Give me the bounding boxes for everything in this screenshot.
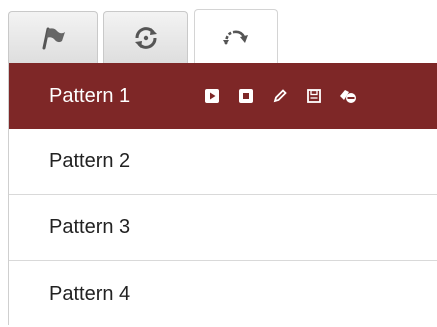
pattern-row-2[interactable]: Pattern 2 [9,129,437,195]
delete-button[interactable] [331,79,365,113]
edit-button[interactable] [263,79,297,113]
play-icon [205,89,219,103]
tab-bar [0,0,437,63]
pattern-row-1[interactable]: Pattern 1 [9,63,437,129]
edit-pencil-icon [273,89,287,103]
pattern-label: Pattern 3 [49,216,131,238]
tab-patrol[interactable] [103,11,188,63]
tab-pattern[interactable] [194,9,278,63]
pattern-row-4[interactable]: Pattern 4 [9,261,437,327]
pattern-list: Pattern 1 Pattern 2 Pattern 3 Pattern 4 [8,63,437,325]
pattern-label: Pattern 1 [49,84,131,107]
patrol-cycle-icon [133,26,159,50]
pattern-toolbar [195,63,365,129]
stop-icon [239,89,253,103]
pattern-label: Pattern 4 [49,282,131,305]
preset-flag-icon [38,26,68,50]
pattern-row-3[interactable]: Pattern 3 [9,195,437,261]
play-button[interactable] [195,79,229,113]
pattern-rotate-icon [222,26,250,48]
save-button[interactable] [297,79,331,113]
stop-button[interactable] [229,79,263,113]
pattern-label: Pattern 2 [49,150,131,172]
save-icon [307,89,321,103]
tab-preset[interactable] [8,11,98,63]
delete-icon [339,88,357,104]
